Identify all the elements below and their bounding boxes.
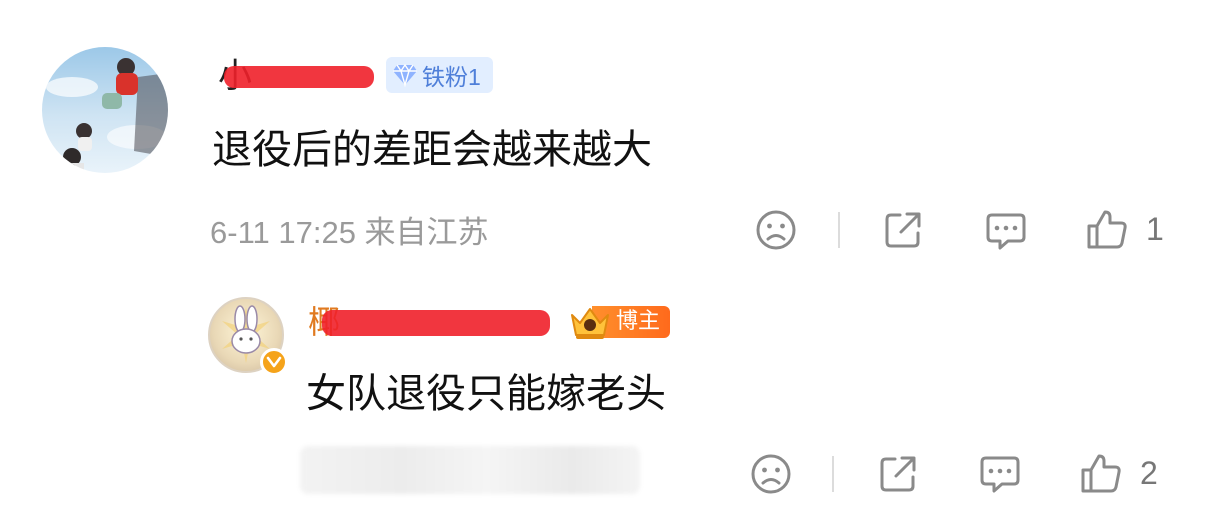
fan-badge[interactable]: 铁粉1 xyxy=(386,57,493,93)
frown-face-icon xyxy=(751,454,791,494)
like-count: 1 xyxy=(1146,211,1164,247)
share-icon xyxy=(885,212,921,248)
verified-badge xyxy=(260,348,288,376)
comment-bubble-icon xyxy=(986,213,1026,250)
comment-bubble-icon xyxy=(980,456,1020,493)
commenter-username[interactable]: 小 xyxy=(218,54,378,98)
share-button[interactable] xyxy=(877,453,919,495)
frown-face-icon xyxy=(756,210,796,250)
action-divider xyxy=(832,456,834,492)
reply-comment-button[interactable] xyxy=(978,452,1022,496)
replier-username[interactable]: 椰 xyxy=(308,300,554,344)
thumbs-up-icon xyxy=(1081,454,1121,493)
share-button[interactable] xyxy=(882,209,924,251)
reply-comment-button[interactable] xyxy=(984,209,1028,253)
blogger-badge[interactable]: 博主 xyxy=(568,303,671,341)
like-button[interactable]: 2 xyxy=(1080,452,1158,494)
comment-meta: 6-11 17:25 来自江苏 xyxy=(210,215,489,250)
username-redaction xyxy=(322,310,550,336)
diamond-icon xyxy=(393,63,417,87)
crown-icon xyxy=(571,308,609,339)
commenter-avatar[interactable] xyxy=(42,47,168,173)
like-button[interactable]: 1 xyxy=(1086,208,1164,250)
thumbs-up-icon xyxy=(1087,210,1127,249)
comment-text: 退役后的差距会越来越大 xyxy=(212,127,652,173)
action-divider xyxy=(838,212,840,248)
fan-badge-label: 铁粉1 xyxy=(422,64,481,90)
like-count: 2 xyxy=(1140,455,1158,491)
dislike-button[interactable] xyxy=(750,453,792,495)
share-icon xyxy=(880,456,916,492)
avatar-image xyxy=(46,58,168,173)
reply-meta-blurred xyxy=(300,446,640,494)
dislike-button[interactable] xyxy=(755,209,797,251)
username-redaction xyxy=(224,66,374,88)
reply-text: 女队退役只能嫁老头 xyxy=(306,371,666,417)
verified-v-icon xyxy=(266,356,282,368)
